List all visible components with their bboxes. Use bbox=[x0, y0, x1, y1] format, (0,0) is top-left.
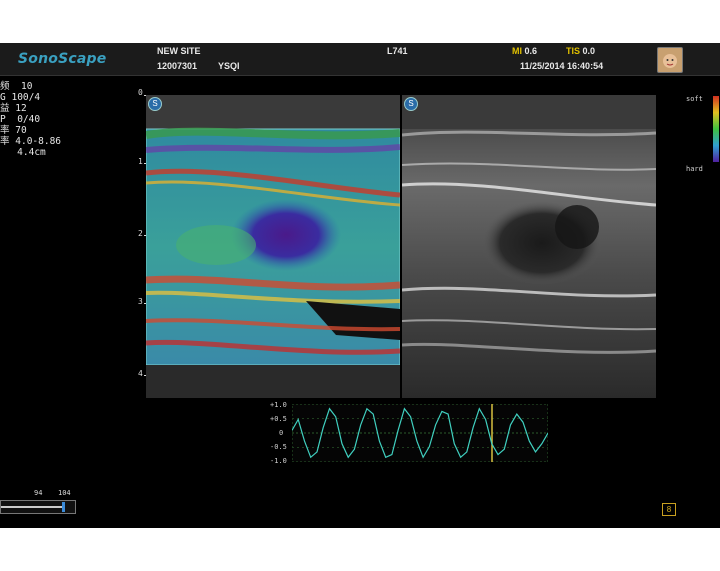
mi-value: 0.6 bbox=[524, 46, 538, 56]
strain-label-p1: +1.0 bbox=[270, 401, 287, 409]
tis-label: TIS bbox=[566, 46, 581, 56]
strain-label-m05: -0.5 bbox=[270, 443, 287, 451]
depth-label-0: 0 bbox=[138, 88, 143, 97]
param-row-4: 率 70 bbox=[0, 125, 27, 136]
depth-label-4: 4 bbox=[138, 369, 143, 378]
param-row-0: 频 10 bbox=[0, 81, 33, 92]
param-row-1: G 100/4 bbox=[0, 92, 41, 103]
strain-label-p05: +0.5 bbox=[270, 415, 287, 423]
slider-right-label: 104 bbox=[58, 489, 71, 497]
mi-readout: MI 0.6 bbox=[512, 46, 537, 56]
depth-label-3: 3 bbox=[138, 297, 143, 306]
elasticity-color-scale bbox=[713, 96, 719, 162]
depth-label-1: 1 bbox=[138, 157, 143, 166]
strain-graph: +1.0 +0.5 0 -0.5 -1.0 bbox=[262, 401, 552, 467]
scale-soft-label: soft bbox=[686, 95, 703, 103]
imaging-parameters: 频 10 G 100/4 益 12 P 0/40 率 70 率 4.0-8.86… bbox=[0, 81, 61, 158]
mi-label: MI bbox=[512, 46, 522, 56]
b-mode-image[interactable] bbox=[402, 95, 656, 398]
tis-readout: TIS 0.0 bbox=[566, 46, 595, 56]
slider-knob[interactable] bbox=[62, 502, 65, 512]
slider-track bbox=[1, 506, 63, 508]
strain-plot bbox=[292, 404, 548, 462]
exam-datetime: 11/25/2014 16:40:54 bbox=[520, 61, 604, 71]
patient-id: 12007301 bbox=[157, 61, 198, 71]
tis-value: 0.0 bbox=[582, 46, 596, 56]
scale-hard-label: hard bbox=[686, 165, 703, 173]
param-row-2: 益 12 bbox=[0, 103, 27, 114]
elastography-image[interactable] bbox=[146, 95, 400, 398]
strain-label-m1: -1.0 bbox=[270, 457, 287, 465]
depth-label-2: 2 bbox=[138, 229, 143, 238]
slider-left-label: 94 bbox=[34, 489, 43, 497]
user-avatar-icon[interactable] bbox=[657, 47, 683, 73]
param-row-6: 4.4cm bbox=[17, 147, 46, 158]
strain-label-0: 0 bbox=[279, 429, 284, 437]
ultrasound-screen: SonoScape NEW SITE 12007301 YSQI L741 MI… bbox=[0, 43, 720, 528]
status-badge: 8 bbox=[662, 503, 676, 516]
elasto-probe-marker-icon: S bbox=[148, 97, 162, 111]
bmode-probe-marker-icon: S bbox=[404, 97, 418, 111]
site-name: NEW SITE bbox=[157, 46, 201, 56]
header-bar: SonoScape NEW SITE 12007301 YSQI L741 MI… bbox=[0, 43, 720, 76]
param-row-3: P 0/40 bbox=[0, 114, 41, 125]
operator-name: YSQI bbox=[218, 61, 240, 71]
brand-logo: SonoScape bbox=[18, 51, 107, 67]
param-row-5: 率 4.0-8.86 bbox=[0, 136, 62, 147]
probe-name: L741 bbox=[387, 46, 408, 56]
quality-slider[interactable] bbox=[0, 500, 76, 514]
